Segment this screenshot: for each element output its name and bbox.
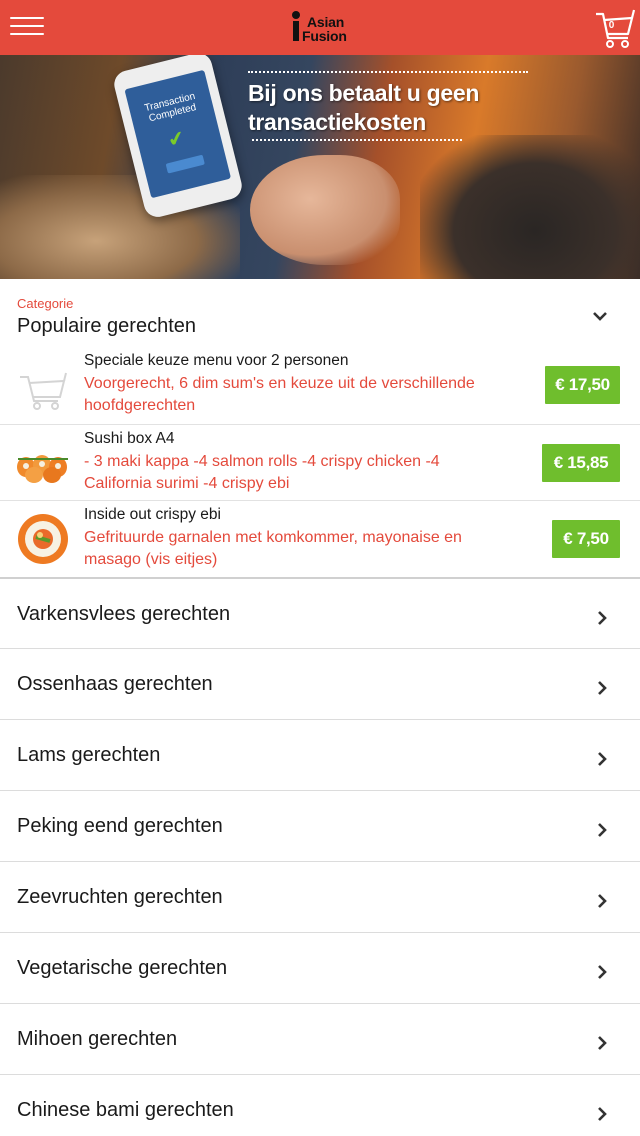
product-name: Inside out crispy ebi	[84, 506, 221, 523]
product-description: Voorgerecht, 6 dim sum's en keuze uit de…	[84, 375, 475, 414]
menu-item-zeevruchten[interactable]: Zeevruchten gerechten	[0, 861, 640, 932]
promo-banner: Transaction Completed ✔ Bij ons betaalt …	[0, 55, 640, 279]
banner-headline: Bij ons betaalt u geen transactiekosten	[248, 80, 480, 135]
chevron-right-icon	[598, 1036, 607, 1050]
menu-item-lams[interactable]: Lams gerechten	[0, 719, 640, 790]
chevron-down-icon	[593, 312, 607, 321]
menu-item-label: Zeevruchten gerechten	[17, 886, 223, 908]
menu-item-chinese-bami[interactable]: Chinese bami gerechten	[0, 1074, 640, 1136]
menu-item-label: Lams gerechten	[17, 744, 161, 766]
category-value: Populaire gerechten	[17, 315, 197, 337]
price-button[interactable]: € 15,85	[542, 444, 620, 482]
product-description: Gefrituurde garnalen met komkommer, mayo…	[84, 529, 462, 568]
price-button[interactable]: € 17,50	[545, 366, 620, 404]
menu-item-peking-eend[interactable]: Peking eend gerechten	[0, 790, 640, 861]
cart-count-badge: 0	[608, 20, 615, 31]
product-description: - 3 maki kappa -4 salmon rolls -4 crispy…	[84, 453, 440, 492]
product-row[interactable]: Inside out crispy ebi Gefrituurde garnal…	[0, 500, 640, 576]
menu-item-label: Vegetarische gerechten	[17, 957, 228, 979]
menu-item-label: Ossenhaas gerechten	[17, 673, 213, 695]
phone-screen-text: Transaction Completed	[143, 90, 198, 125]
chevron-right-icon	[598, 611, 607, 625]
sushi-roll-image	[18, 514, 68, 564]
menu-icon[interactable]	[10, 17, 44, 37]
product-row[interactable]: Sushi box A4 - 3 maki kappa -4 salmon ro…	[0, 424, 640, 500]
chevron-right-icon	[598, 823, 607, 837]
menu-item-label: Peking eend gerechten	[17, 815, 223, 837]
menu-item-vegetarisch[interactable]: Vegetarische gerechten	[0, 932, 640, 1003]
chevron-right-icon	[598, 752, 607, 766]
category-label: Categorie	[17, 296, 74, 311]
product-name: Sushi box A4	[84, 430, 175, 447]
category-selector[interactable]: Categorie Populaire gerechten	[0, 279, 640, 347]
menu-item-label: Chinese bami gerechten	[17, 1099, 234, 1121]
menu-item-label: Varkensvlees gerechten	[17, 603, 231, 625]
logo-text-line2: Fusion	[302, 28, 347, 44]
chevron-right-icon	[598, 1107, 607, 1121]
cart-button[interactable]: 0	[594, 8, 636, 50]
product-row[interactable]: Speciale keuze menu voor 2 personen Voor…	[0, 347, 640, 423]
menu-item-ossenhaas[interactable]: Ossenhaas gerechten	[0, 648, 640, 719]
menu-item-varkensvlees[interactable]: Varkensvlees gerechten	[0, 577, 640, 648]
chevron-right-icon	[598, 894, 607, 908]
logo[interactable]: Asian Fusion	[289, 9, 351, 47]
chevron-right-icon	[598, 965, 607, 979]
product-name: Speciale keuze menu voor 2 personen	[84, 352, 349, 369]
cart-icon	[20, 372, 67, 410]
chevron-right-icon	[598, 681, 607, 695]
app-header: Asian Fusion 0	[0, 0, 640, 55]
price-button[interactable]: € 7,50	[552, 520, 620, 558]
menu-item-mihoen[interactable]: Mihoen gerechten	[0, 1003, 640, 1074]
menu-item-label: Mihoen gerechten	[17, 1028, 178, 1050]
sushi-box-image	[17, 455, 68, 483]
